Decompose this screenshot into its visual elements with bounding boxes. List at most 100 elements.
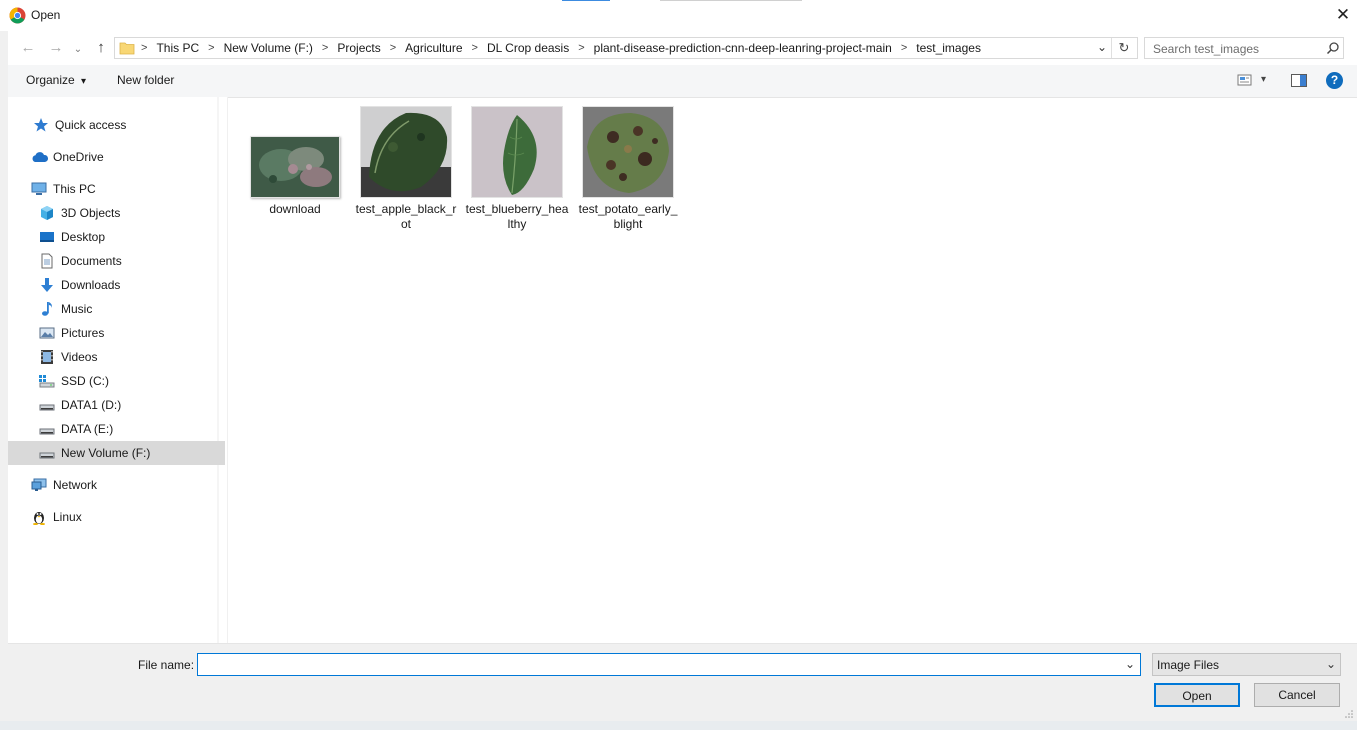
file-name-input[interactable]: ⌄ [197, 653, 1141, 676]
open-button[interactable]: Open [1154, 683, 1240, 707]
sidebar-item-label: Documents [61, 254, 122, 268]
music-icon [39, 301, 55, 317]
refresh-button[interactable]: ↻ [1115, 39, 1133, 57]
file-type-select[interactable]: Image Files ⌄ [1152, 653, 1341, 676]
close-button[interactable]: ✕ [1334, 5, 1352, 25]
command-bar [8, 65, 1357, 98]
file-thumbnail [250, 136, 340, 198]
sidebar-item-data1-d[interactable]: DATA1 (D:) [39, 393, 121, 417]
window-left-edge [0, 31, 8, 721]
file-thumbnail [360, 106, 452, 198]
sidebar-item-label: DATA1 (D:) [61, 398, 122, 412]
sidebar-item-label: Pictures [61, 326, 105, 340]
sidebar-item-music[interactable]: Music [39, 297, 92, 321]
search-input[interactable]: Search test_images [1153, 42, 1259, 56]
cancel-button[interactable]: Cancel [1254, 683, 1340, 707]
breadcrumb-separator: > [578, 42, 585, 54]
sidebar-item-pictures[interactable]: Pictures [39, 321, 104, 345]
sidebar-item-label: 3D Objects [61, 206, 121, 220]
sidebar-item-linux[interactable]: Linux [31, 505, 82, 529]
document-icon [39, 253, 55, 269]
sidebar-item-onedrive[interactable]: OneDrive [31, 145, 104, 169]
breadcrumb-agriculture[interactable]: Agriculture [405, 41, 462, 55]
organize-button[interactable]: Organize ▾ [26, 73, 86, 87]
breadcrumb-separator: > [141, 42, 148, 54]
chrome-icon [9, 7, 26, 24]
back-button[interactable]: ← [18, 38, 38, 58]
file-name-label: download [269, 202, 321, 216]
breadcrumb-new-volume[interactable]: New Volume (F:) [224, 41, 313, 55]
linux-icon [31, 509, 47, 525]
sidebar-item-data-e[interactable]: DATA (E:) [39, 417, 113, 441]
download-icon [39, 277, 55, 293]
sidebar-item-label: New Volume (F:) [61, 446, 151, 460]
sidebar-item-3d-objects[interactable]: 3D Objects [39, 201, 120, 225]
chevron-down-icon[interactable]: ⌄ [1122, 656, 1138, 674]
breadcrumb-separator: > [900, 42, 908, 54]
sidebar-item-label: Music [61, 302, 93, 316]
breadcrumb-separator: > [321, 42, 329, 54]
address-dropdown-button[interactable]: ⌄ [1095, 39, 1109, 57]
desktop-icon [39, 229, 55, 245]
view-options-icon[interactable] [1237, 74, 1253, 86]
chevron-down-icon: ▾ [81, 76, 87, 87]
file-name-label: test_blueberry_healthy [465, 202, 569, 231]
breadcrumb-test-images[interactable]: test_images [916, 41, 981, 55]
pictures-icon [39, 325, 55, 341]
drive-icon [39, 397, 55, 413]
breadcrumb-separator: > [471, 42, 478, 54]
breadcrumb-separator: > [208, 42, 215, 54]
help-icon[interactable]: ? [1326, 72, 1343, 89]
sidebar-item-label: This PC [53, 182, 96, 196]
folder-icon [119, 40, 135, 56]
breadcrumb-dl-crop[interactable]: DL Crop deasis [487, 41, 569, 55]
sidebar-item-label: Network [53, 478, 98, 492]
new-folder-button[interactable]: New folder [117, 73, 174, 87]
sidebar-item-videos[interactable]: Videos [39, 345, 97, 369]
sidebar-item-network[interactable]: Network [31, 473, 97, 497]
sidebar-scroll-track [217, 97, 219, 643]
sidebar-item-new-volume-f[interactable]: New Volume (F:) [8, 441, 225, 465]
sidebar-item-downloads[interactable]: Downloads [39, 273, 120, 297]
sidebar-item-quick-access[interactable]: Quick access [33, 113, 126, 137]
resize-grip-icon[interactable] [1344, 708, 1354, 718]
taskbar-accent [562, 0, 610, 1]
breadcrumb-project-main[interactable]: plant-disease-prediction-cnn-deep-leanri… [594, 41, 892, 55]
sidebar-item-label: Linux [53, 510, 82, 524]
address-bar[interactable]: > This PC > New Volume (F:) > Projects >… [114, 37, 1138, 59]
sidebar-item-ssd-c[interactable]: SSD (C:) [39, 369, 109, 393]
forward-button[interactable]: → [46, 38, 66, 58]
preview-pane-icon[interactable] [1291, 74, 1307, 87]
chevron-down-icon: ⌄ [1325, 657, 1337, 671]
breadcrumb: > This PC > New Volume (F:) > Projects >… [141, 38, 981, 58]
computer-icon [31, 181, 47, 197]
network-icon [31, 477, 47, 493]
sidebar-item-desktop[interactable]: Desktop [39, 225, 105, 249]
sidebar-item-label: OneDrive [53, 150, 104, 164]
video-icon [39, 349, 55, 365]
sidebar-item-label: Videos [61, 350, 98, 364]
recent-locations-button[interactable]: ⌄ [72, 40, 84, 60]
windows-drive-icon [39, 373, 55, 389]
sidebar-item-label: DATA (E:) [61, 422, 114, 436]
title-bar [0, 0, 1357, 31]
view-dropdown-caret[interactable]: ▾ [1261, 74, 1266, 85]
file-thumbnail [471, 106, 563, 198]
up-button[interactable]: ↑ [91, 38, 111, 58]
file-thumbnail [582, 106, 674, 198]
breadcrumb-this-pc[interactable]: This PC [156, 41, 199, 55]
star-icon [33, 117, 49, 133]
sidebar-item-this-pc[interactable]: This PC [31, 177, 96, 201]
sidebar-item-label: SSD (C:) [61, 374, 109, 388]
breadcrumb-separator: > [389, 42, 397, 54]
address-divider [1111, 38, 1112, 58]
search-box[interactable]: Search test_images [1144, 37, 1344, 59]
file-type-value: Image Files [1157, 658, 1220, 672]
file-name-label: test_potato_early_blight [578, 202, 678, 231]
breadcrumb-projects[interactable]: Projects [337, 41, 380, 55]
sidebar-item-label: Downloads [61, 278, 121, 292]
sidebar-item-documents[interactable]: Documents [39, 249, 122, 273]
window-title: Open [31, 8, 61, 22]
sidebar-item-label: Quick access [55, 118, 127, 132]
taskbar-accent-2 [660, 0, 802, 1]
